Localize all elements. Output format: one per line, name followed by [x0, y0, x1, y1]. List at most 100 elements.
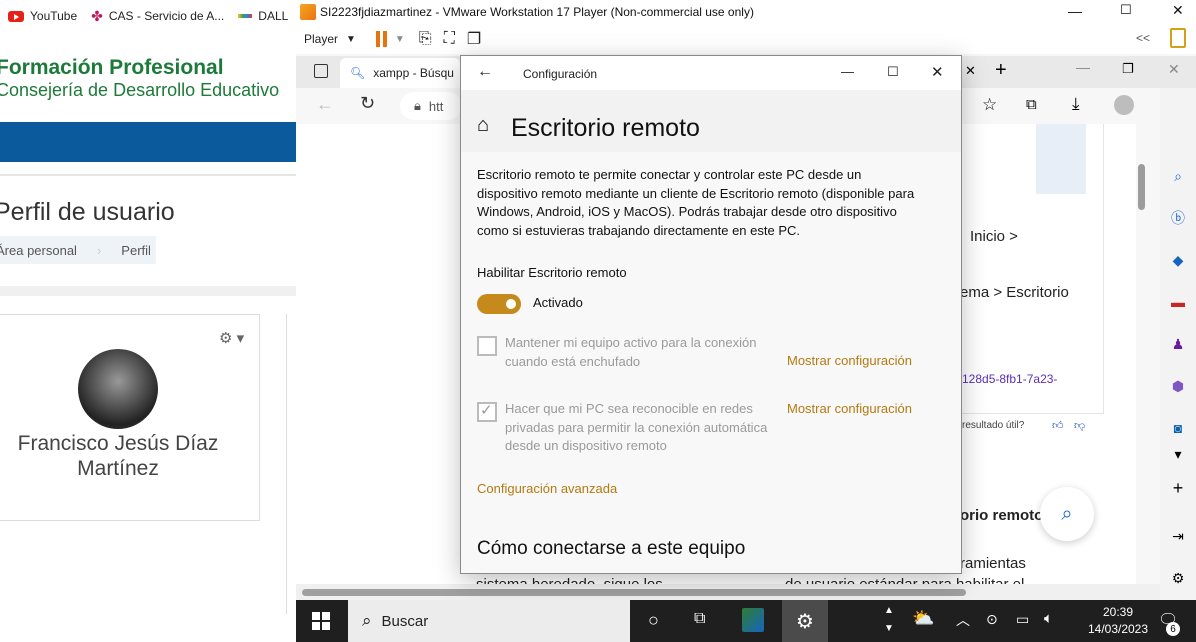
pause-icon[interactable] — [375, 31, 387, 47]
office-icon[interactable]: ⬢ — [1168, 376, 1188, 396]
collections-icon[interactable]: ⧉ — [1026, 96, 1037, 113]
minimize-icon[interactable]: — — [1068, 3, 1082, 19]
bookmarks-bar: YouTube ✤ CAS - Servicio de A... DALL — [0, 0, 296, 32]
close-icon[interactable]: ✕ — [931, 63, 944, 81]
downloads-icon[interactable]: ⤓ — [1072, 94, 1080, 114]
settings-body: Escritorio remoto te permite conectar y … — [461, 152, 961, 573]
user-name: Francisco Jesús Díaz Martínez — [17, 432, 219, 480]
divider — [0, 286, 296, 296]
bookmark-label: DALL — [258, 9, 289, 23]
tools-icon[interactable]: ▬ — [1168, 292, 1188, 312]
show-settings-link-2[interactable]: Mostrar configuración — [787, 400, 937, 419]
back-icon[interactable]: ← — [477, 63, 493, 81]
unity-icon[interactable]: ❐ — [467, 29, 481, 49]
search-icon: ⌕ — [362, 611, 372, 630]
vertical-scrollbar[interactable] — [1138, 164, 1145, 210]
volume-icon[interactable]: 🔈︎ — [1044, 610, 1053, 627]
show-settings-link-1[interactable]: Mostrar configuración — [787, 352, 937, 371]
meet-now-icon[interactable]: ⊙ — [986, 611, 998, 628]
description-text: Escritorio remoto te permite conectar y … — [477, 167, 915, 238]
fullscreen-icon[interactable]: ⛶ — [444, 30, 455, 48]
collapse-icon[interactable]: << — [1136, 31, 1150, 45]
close-icon[interactable]: ✕ — [1168, 61, 1180, 78]
weather-icon[interactable]: ⛅ — [912, 608, 934, 629]
section-heading: Cómo conectarse a este equipo — [477, 538, 746, 559]
windows-start-icon[interactable] — [312, 612, 330, 630]
keep-awake-checkbox[interactable] — [477, 336, 497, 356]
brand-title: Formación Profesional — [0, 56, 224, 79]
divider — [0, 174, 296, 176]
restore-icon[interactable]: ❐ — [1122, 61, 1134, 77]
notes-icon[interactable] — [1170, 28, 1186, 48]
chevron-down-icon[interactable]: ▼ — [346, 34, 356, 45]
side-card — [286, 314, 296, 614]
clock[interactable]: 20:39 14/03/2023 — [1082, 604, 1154, 638]
thumbs-up-icon[interactable]: 👍︎ — [1052, 419, 1064, 432]
home-icon[interactable]: ⌂ — [477, 114, 489, 137]
notification-badge: 6 — [1166, 622, 1180, 636]
page-title: Escritorio remoto — [511, 114, 700, 142]
add-icon[interactable]: + — [1168, 478, 1188, 498]
taskbar-search-input[interactable]: ⌕ Buscar — [348, 600, 630, 642]
breadcrumb-item-area-personal[interactable]: Área personal — [0, 243, 77, 258]
scroll-arrows-icon[interactable]: ▲ ▼ — [884, 602, 894, 638]
new-tab-icon[interactable]: + — [995, 59, 1007, 82]
snippet-text: ema > Escritorio — [960, 284, 1069, 301]
bookmark-dall[interactable]: DALL — [238, 9, 288, 23]
breadcrumb-item-perfil[interactable]: Perfil — [121, 243, 151, 258]
navbar — [0, 122, 296, 162]
scrollbar-thumb[interactable] — [302, 589, 966, 596]
cas-icon: ✤ — [91, 7, 103, 24]
chevron-down-icon[interactable]: ▾ — [1168, 444, 1188, 464]
chevron-down-icon[interactable]: ▼ — [395, 34, 405, 45]
snippet-link[interactable]: 128d5-8fb1-7a23- — [962, 372, 1057, 386]
task-view-icon[interactable]: ⧉ — [694, 610, 705, 628]
bookmark-youtube[interactable]: YouTube — [8, 9, 77, 23]
close-icon[interactable]: ✕ — [1172, 2, 1184, 19]
tab-xampp[interactable]: 🔍︎ xampp - Búsqu — [340, 58, 460, 88]
tab-actions-icon[interactable] — [314, 64, 328, 78]
profile-avatar[interactable] — [1114, 95, 1134, 115]
discoverable-checkbox[interactable]: ✓ — [477, 402, 497, 422]
vmware-logo-icon — [300, 4, 316, 20]
maximize-icon[interactable]: ☐ — [887, 64, 899, 80]
host-profile-page: Formación Profesional Consejería de Desa… — [0, 32, 296, 642]
tab-label: xampp - Búsqu — [373, 66, 454, 80]
taskbar: ⌕ Buscar ○ ⧉ ⚙ ▲ ▼ ⛅ ︿ ⊙ ▭ 🔈︎ 20:39 14/03… — [296, 600, 1196, 642]
cortana-icon[interactable]: ○ — [648, 610, 659, 631]
games-icon[interactable]: ♟ — [1168, 334, 1188, 354]
thumbs-down-icon[interactable]: 👎︎ — [1074, 419, 1085, 432]
search-fab-button[interactable]: ⌕ — [1040, 487, 1094, 541]
address-input[interactable]: 🔒︎ htt — [400, 92, 462, 120]
app-icon[interactable] — [742, 608, 764, 632]
bookmark-cas[interactable]: ✤ CAS - Servicio de A... — [91, 8, 224, 25]
chevron-up-icon[interactable]: ︿ — [956, 610, 970, 630]
search-icon[interactable]: ⌕ — [1168, 166, 1188, 186]
snippet-heading: orio remoto — [960, 507, 1044, 524]
gear-icon[interactable]: ⚙ — [1168, 568, 1188, 588]
sidebar-toggle-icon[interactable]: ⇥ — [1168, 526, 1188, 546]
window-title: SI2223fjdiazmartinez - VMware Workstatio… — [320, 5, 754, 19]
gear-icon[interactable]: ⚙ ▾ — [219, 329, 244, 347]
advanced-settings-link[interactable]: Configuración avanzada — [477, 480, 917, 499]
bookmark-label: CAS - Servicio de A... — [108, 9, 225, 23]
settings-app-icon[interactable]: ⚙ — [782, 600, 828, 642]
result-image — [1036, 124, 1086, 194]
keep-awake-label: Mantener mi equipo activo para la conexi… — [505, 335, 757, 369]
send-ctrl-alt-del-icon[interactable]: ⎘ — [419, 30, 432, 48]
maximize-icon[interactable]: ☐ — [1120, 2, 1132, 18]
remote-desktop-toggle[interactable] — [477, 294, 521, 314]
network-icon[interactable]: ▭ — [1016, 611, 1029, 628]
toggle-state-label: Activado — [533, 295, 583, 310]
minimize-icon[interactable]: — — [1076, 59, 1090, 75]
minimize-icon[interactable]: — — [841, 64, 854, 79]
bing-icon[interactable]: ⓑ — [1168, 208, 1188, 228]
back-icon[interactable]: ← — [316, 94, 334, 115]
player-menu[interactable]: Player — [304, 32, 338, 46]
outlook-icon[interactable]: ◙ — [1168, 418, 1188, 438]
shopping-icon[interactable]: ◆ — [1168, 250, 1188, 270]
favorites-icon[interactable]: ☆ — [982, 95, 997, 115]
horizontal-scrollbar[interactable] — [296, 584, 1160, 600]
refresh-icon[interactable]: ↻ — [360, 93, 375, 114]
close-tab-icon[interactable]: ✕ — [965, 63, 976, 79]
